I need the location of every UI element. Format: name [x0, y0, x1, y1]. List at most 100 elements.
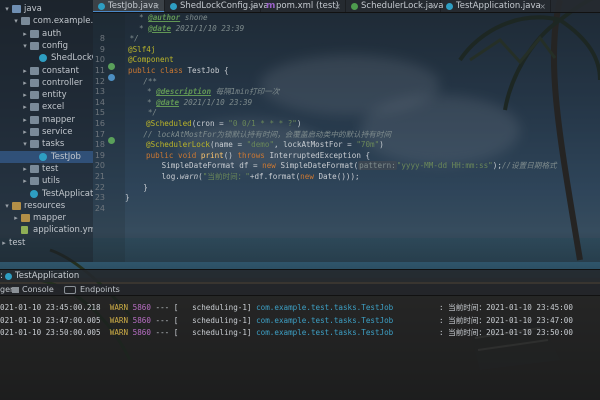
code-line: }	[125, 182, 148, 192]
tree-item-service[interactable]: ▸ service	[0, 126, 93, 138]
code-line: /**	[125, 76, 158, 86]
tree-item-mapper[interactable]: ▸ mapper	[0, 114, 93, 126]
chevron-right-icon[interactable]: ▸	[21, 114, 29, 126]
code-line: @SchedulerLock(name = "demo", lockAtMost…	[146, 140, 384, 150]
console-tab[interactable]: Console	[22, 284, 54, 296]
tree-item-shedlockconfig[interactable]: ShedLockConfig	[0, 52, 93, 64]
chevron-right-icon[interactable]: ▸	[21, 28, 29, 40]
spring-bean-icon[interactable]	[108, 63, 115, 70]
close-icon[interactable]: ×	[334, 0, 341, 12]
tree-item-label: excel	[42, 102, 65, 113]
line-number: 14	[94, 97, 105, 107]
tree-item-config[interactable]: ▾ config	[0, 40, 93, 52]
line-number: 22	[94, 182, 105, 192]
line-number: 18	[94, 140, 105, 150]
package-icon	[30, 41, 39, 50]
parameter-hint: pattern:	[358, 161, 397, 171]
chevron-down-icon[interactable]: ▾	[21, 138, 29, 150]
tree-item-label: service	[42, 127, 73, 137]
code-line: * @date 2021/1/10 23:39	[139, 23, 245, 33]
tree-item-testapplication[interactable]: TestApplication	[0, 188, 93, 200]
tree-item-label: test	[42, 163, 59, 174]
code-line: }	[125, 193, 130, 203]
chevron-right-icon[interactable]: ▸	[21, 163, 29, 175]
line-number: 9	[99, 44, 105, 54]
tree-item-resources[interactable]: ▾ resources	[0, 200, 93, 212]
chevron-right-icon[interactable]: ▸	[0, 237, 8, 249]
line-number: 10	[94, 55, 105, 65]
code-editor[interactable]: * @author shone * @date 2021/1/10 23:39 …	[125, 13, 600, 262]
tree-item-application-yml[interactable]: application.yml	[0, 224, 93, 236]
tree-item-label: com.example.test	[33, 16, 93, 27]
package-icon	[21, 17, 30, 26]
tree-item-label: application.yml	[33, 225, 93, 236]
close-icon[interactable]: ×	[249, 0, 256, 12]
tree-item-label: config	[42, 40, 69, 51]
console-icon	[12, 287, 19, 293]
package-icon	[30, 115, 39, 124]
code-line: @Slf4j	[128, 44, 156, 54]
tree-item-excel[interactable]: ▸ excel	[0, 101, 93, 113]
run-gutter-icon[interactable]	[108, 74, 115, 81]
tree-item-label: TestJob	[51, 151, 81, 162]
java-class-icon	[446, 3, 453, 10]
tab-shedlockconfig[interactable]: ShedLockConfig.java ×	[165, 0, 269, 12]
tree-item-label: TestApplication	[42, 188, 93, 199]
chevron-down-icon[interactable]: ▾	[21, 40, 29, 52]
line-number: 13	[94, 87, 105, 97]
tree-item-controller[interactable]: ▸ controller	[0, 77, 93, 89]
close-icon[interactable]: ×	[153, 0, 160, 12]
maven-icon: m	[266, 1, 276, 11]
package-icon	[30, 164, 39, 173]
tree-item-test[interactable]: ▸ test	[0, 237, 93, 249]
tab-schedulerlock[interactable]: SchedulerLock.java ×	[346, 0, 443, 12]
chevron-right-icon[interactable]: ▸	[21, 77, 29, 89]
chevron-right-icon[interactable]: ▸	[21, 89, 29, 101]
close-icon[interactable]: ×	[429, 0, 436, 12]
line-number: 17	[94, 129, 105, 139]
java-class-icon	[39, 152, 47, 161]
chevron-right-icon[interactable]: ▸	[12, 212, 20, 224]
line-number: 11	[94, 66, 105, 75]
tree-item-test[interactable]: ▸ test	[0, 163, 93, 175]
line-number: 16	[94, 119, 105, 128]
code-line: @Component	[128, 55, 174, 65]
tree-item-auth[interactable]: ▸ auth	[0, 28, 93, 40]
tab-pom-xml[interactable]: m pom.xml (test) ×	[261, 0, 346, 12]
tab-testjob[interactable]: TestJob.java ×	[93, 0, 165, 12]
tree-item-label: auth	[42, 28, 62, 39]
tree-item-mapper[interactable]: ▸ mapper	[0, 212, 93, 224]
log-line: 021-01-10 23:50:00.005 WARN 5860 --- [ s…	[0, 328, 573, 337]
console-output[interactable]: 021-01-10 23:45:00.218 WARN 5860 --- [ s…	[0, 296, 600, 400]
chevron-down-icon[interactable]: ▾	[12, 15, 20, 27]
package-icon	[30, 78, 39, 87]
line-number: 8	[99, 34, 105, 44]
chevron-right-icon[interactable]: ▸	[21, 126, 29, 138]
chevron-right-icon[interactable]: ▸	[21, 65, 29, 77]
tree-item-constant[interactable]: ▸ constant	[0, 65, 93, 77]
chevron-down-icon[interactable]: ▾	[3, 200, 11, 212]
endpoints-tab[interactable]: Endpoints	[80, 284, 120, 296]
chevron-right-icon[interactable]: ▸	[21, 101, 29, 113]
code-line: public void print() throws InterruptedEx…	[146, 150, 371, 160]
code-line: log.warn("当前时间："+df.format(new Date()));	[125, 172, 360, 181]
tree-item-label: mapper	[42, 114, 76, 125]
close-icon[interactable]: ×	[539, 0, 546, 12]
tree-item-tasks[interactable]: ▾ tasks	[0, 138, 93, 150]
line-number: 23	[94, 193, 105, 203]
tab-testapplication[interactable]: TestApplication.java ×	[441, 0, 551, 12]
tree-item-java[interactable]: ▾ java	[0, 3, 93, 15]
tree-item-utils[interactable]: ▸ utils	[0, 175, 93, 187]
code-line: public class TestJob {	[128, 66, 229, 75]
run-config-label[interactable]: TestApplication	[15, 270, 79, 283]
tree-item-testjob[interactable]: TestJob	[0, 150, 93, 163]
chevron-down-icon[interactable]: ▾	[3, 3, 11, 15]
editor-tab-bar: TestJob.java × ShedLockConfig.java × m p…	[93, 0, 600, 13]
tree-item-label: java	[24, 4, 42, 14]
tree-item-entity[interactable]: ▸ entity	[0, 89, 93, 101]
log-line: 021-01-10 23:45:00.218 WARN 5860 --- [ s…	[0, 303, 573, 312]
scheduled-gutter-icon[interactable]	[108, 137, 115, 144]
tree-item-label: utils	[42, 176, 60, 187]
tree-item-com-example-test[interactable]: ▾ com.example.test	[0, 15, 93, 27]
chevron-right-icon[interactable]: ▸	[21, 175, 29, 187]
